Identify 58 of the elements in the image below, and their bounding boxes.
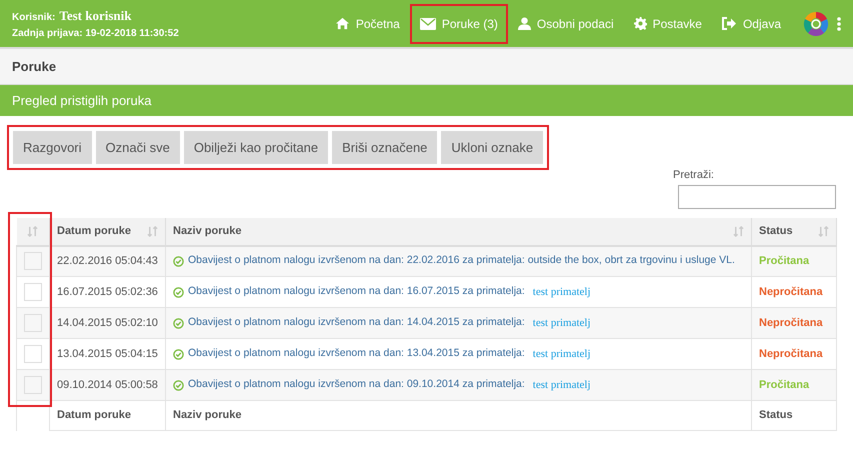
toolbar-button[interactable]: Razgovori xyxy=(13,131,92,164)
user-label: Korisnik: xyxy=(12,11,56,26)
column-header[interactable]: Datum poruke xyxy=(57,222,131,240)
checkbox[interactable] xyxy=(24,345,42,363)
section-title: Pregled pristiglih poruka xyxy=(12,92,152,110)
sort-icon[interactable] xyxy=(147,226,158,236)
sort-icon[interactable] xyxy=(27,226,38,236)
check-circle-icon xyxy=(173,256,184,267)
recipient-link[interactable]: test primatelj xyxy=(532,284,591,300)
check-circle-icon xyxy=(173,348,184,360)
user-name: Test korisnik xyxy=(59,7,132,26)
checkbox[interactable] xyxy=(24,314,42,332)
date-cell: 13.04.2015 05:04:15 xyxy=(57,348,158,360)
settings-icon xyxy=(634,17,647,30)
status-text: Nepročitana xyxy=(759,316,823,329)
exit-icon xyxy=(722,17,737,30)
toolbar-button[interactable]: Briši označene xyxy=(332,131,438,164)
toolbar-button[interactable]: Obilježi kao pročitane xyxy=(184,131,328,164)
message-link[interactable]: Obavijest o platnom nalogu izvršenom na dan: 13.04.2015 za primatelja: xyxy=(188,346,525,362)
checkbox[interactable] xyxy=(24,252,42,270)
check-circle-icon xyxy=(173,318,184,328)
sort-icon[interactable] xyxy=(733,226,744,236)
column-footer: Status xyxy=(759,409,793,422)
date-cell: 22.02.2016 05:04:43 xyxy=(57,255,158,267)
search-label: Pretraži: xyxy=(673,168,715,183)
checkbox[interactable] xyxy=(24,283,42,301)
toolbar-button[interactable]: Označi sve xyxy=(96,131,180,164)
logo-icon[interactable] xyxy=(803,10,829,36)
message-link[interactable]: Obavijest o platnom nalogu izvršenom na dan: 09.10.2014 za primatelja: xyxy=(188,377,525,393)
recipient-link[interactable]: test primatelj xyxy=(532,376,591,394)
more-icon[interactable] xyxy=(837,16,841,30)
column-header[interactable]: Naziv poruke xyxy=(173,222,242,240)
status-text: Nepročitana xyxy=(759,348,823,360)
status-text: Pročitana xyxy=(759,255,810,267)
checkbox[interactable] xyxy=(24,376,42,394)
home-icon xyxy=(334,17,350,30)
message-link[interactable]: Obavijest o platnom nalogu izvršenom na dan: 14.04.2015 za primatelja: xyxy=(188,315,525,331)
mail-icon xyxy=(420,18,436,30)
status-text: Nepročitana xyxy=(759,286,823,298)
column-footer: Naziv poruke xyxy=(173,409,242,422)
sort-icon[interactable] xyxy=(818,226,829,236)
column-footer: Datum poruke xyxy=(57,409,131,422)
column-header[interactable]: Status xyxy=(759,222,793,240)
message-link[interactable]: Obavijest o platnom nalogu izvršenom na dan: 22.02.2016 za primatelja: outside the box, obrt za trgovinu i usluge VL. xyxy=(188,253,735,270)
message-link[interactable]: Obavijest o platnom nalogu izvršenom na dan: 16.07.2015 za primatelja: xyxy=(188,284,525,300)
user-icon xyxy=(518,17,531,30)
breadcrumb: Poruke xyxy=(12,58,56,76)
recipient-link[interactable]: test primatelj xyxy=(532,314,591,332)
date-cell: 14.04.2015 05:02:10 xyxy=(57,316,158,329)
date-cell: 16.07.2015 05:02:36 xyxy=(57,286,158,298)
check-circle-icon xyxy=(173,286,184,298)
check-circle-icon xyxy=(173,380,184,390)
date-cell: 09.10.2014 05:00:58 xyxy=(57,378,158,391)
toolbar-button[interactable]: Ukloni oznake xyxy=(441,131,544,164)
recipient-link[interactable]: test primatelj xyxy=(532,346,591,362)
search-field[interactable] xyxy=(678,184,836,208)
status-text: Pročitana xyxy=(759,378,810,391)
last-login-text: Zadnja prijava: 19-02-2018 11:30:52 xyxy=(12,26,179,41)
